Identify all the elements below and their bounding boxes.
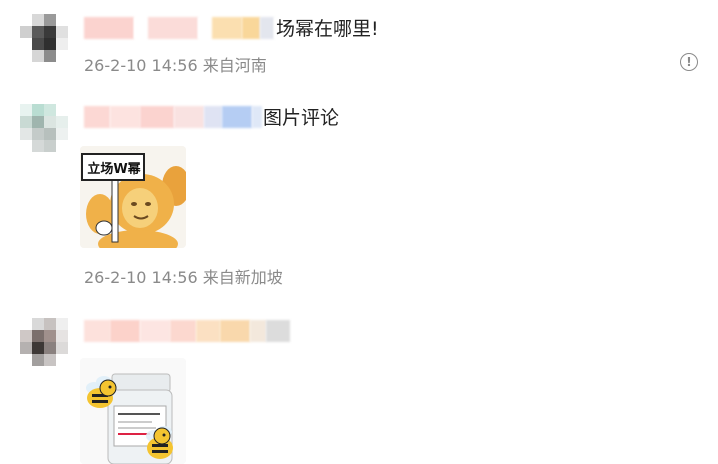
sticker-image[interactable]: 立场W幂 [80, 146, 186, 248]
comment-text: 场幂在哪里! [276, 18, 379, 40]
avatar[interactable] [20, 104, 68, 152]
comment-meta: 26-2-10 14:56 来自河南 [84, 56, 267, 75]
comment-item [0, 300, 718, 464]
avatar[interactable] [20, 318, 68, 366]
sticker-image[interactable] [80, 358, 186, 464]
avatar[interactable] [20, 14, 68, 62]
exclamation-circle-icon[interactable]: ! [680, 53, 698, 71]
username[interactable] [84, 320, 290, 342]
comment-text: 图片评论 [263, 107, 340, 129]
comment-item: 场幂在哪里! 26-2-10 14:56 来自河南 ! [0, 0, 718, 90]
comment-meta: 26-2-10 14:56 来自新加坡 [84, 268, 283, 287]
username[interactable] [84, 17, 282, 39]
bees-pill-bottle-sticker [80, 358, 186, 464]
comment-item: 图片评论 立场W幂 26-2-10 14:56 来自新加坡 [0, 90, 718, 300]
sticker-caption: 立场W幂 [87, 162, 141, 177]
username[interactable] [84, 106, 262, 128]
